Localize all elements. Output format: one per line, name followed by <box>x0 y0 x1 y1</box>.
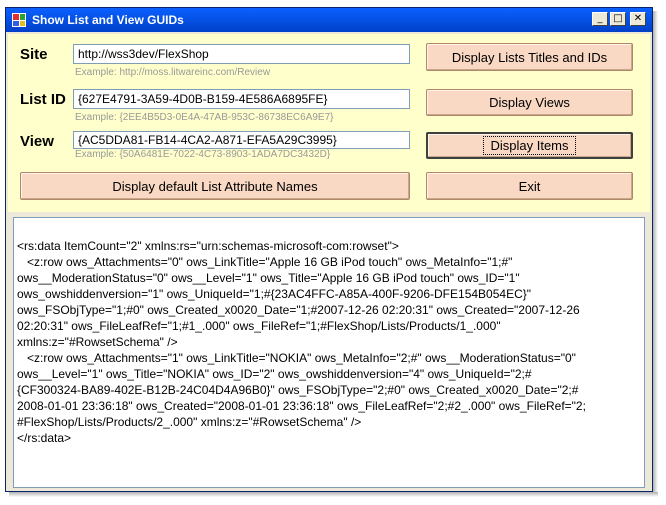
list-id-label: List ID <box>20 91 66 108</box>
site-label: Site <box>20 46 48 63</box>
view-example: Example: {50A6481E-7022-4C73-8903-1ADA7D… <box>75 149 331 160</box>
exit-button[interactable]: Exit <box>426 172 633 200</box>
window-title: Show List and View GUIDs <box>32 13 184 27</box>
display-default-attrs-button[interactable]: Display default List Attribute Names <box>20 172 410 200</box>
display-items-label: Display Items <box>483 136 576 155</box>
site-input[interactable]: http://wss3dev/FlexShop <box>73 44 410 64</box>
list-id-example: Example: {2EE4B5D3-0E4A-47AB-953C-86738E… <box>75 112 334 123</box>
display-lists-button[interactable]: Display Lists Titles and IDs <box>426 43 633 71</box>
main-window: Show List and View GUIDs _ □ ✕ Site http… <box>5 7 653 492</box>
input-panel: Site http://wss3dev/FlexShop Example: ht… <box>8 34 650 212</box>
window-shadow-right <box>653 11 658 494</box>
close-icon[interactable]: ✕ <box>630 12 646 26</box>
window-shadow-bottom <box>9 492 658 497</box>
window-controls: _ □ ✕ <box>592 12 646 26</box>
minimize-icon[interactable]: _ <box>592 12 608 26</box>
display-items-button[interactable]: Display Items <box>426 132 633 159</box>
maximize-icon[interactable]: □ <box>610 12 626 26</box>
list-id-input[interactable]: {627E4791-3A59-4D0B-B159-4E586A6895FE} <box>73 89 410 109</box>
app-icon <box>12 13 26 27</box>
site-example: Example: http://moss.litwareinc.com/Revi… <box>75 67 271 78</box>
view-input[interactable]: {AC5DDA81-FB14-4CA2-A871-EFA5A29C3995} <box>73 131 410 149</box>
display-views-button[interactable]: Display Views <box>426 89 633 116</box>
view-label: View <box>20 133 54 150</box>
title-bar[interactable]: Show List and View GUIDs _ □ ✕ <box>6 8 652 32</box>
output-textbox[interactable]: <rs:data ItemCount="2" xmlns:rs="urn:sch… <box>13 217 645 488</box>
